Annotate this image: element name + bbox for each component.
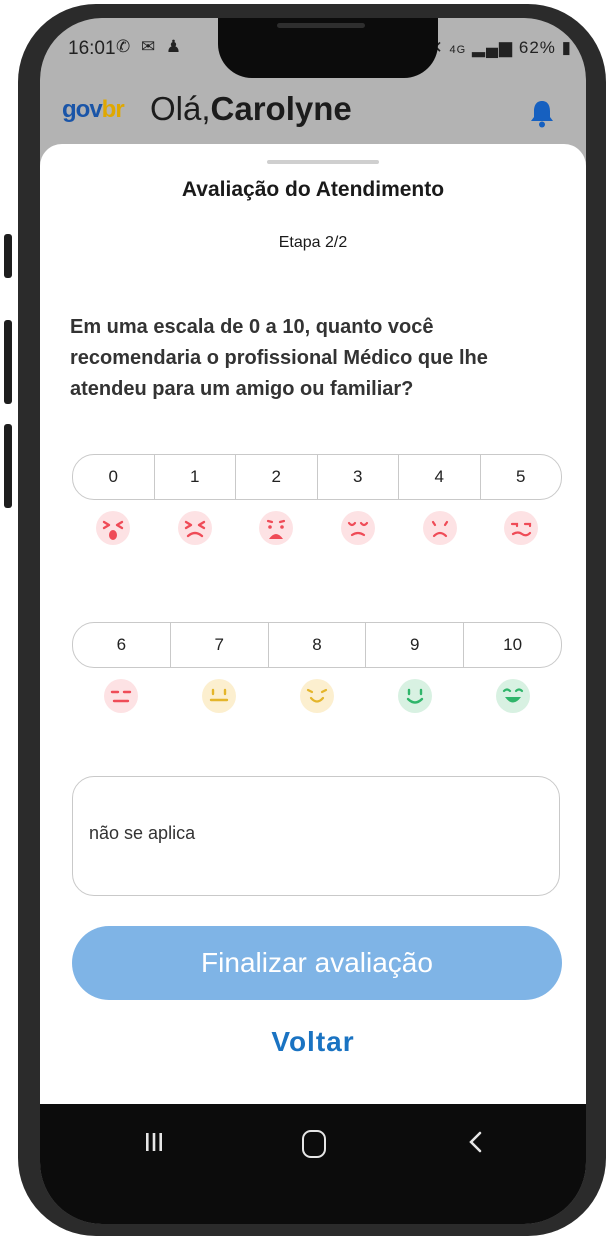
rating-option[interactable]: 5 bbox=[479, 455, 562, 499]
android-nav-bar bbox=[40, 1104, 586, 1224]
logo-main: gov bbox=[62, 96, 103, 123]
screen: 16:01 ✆ ✉ ♟ ⏰ ✕ 4G ▂▄▆ 62% ▮ govbr Ol bbox=[40, 18, 586, 1224]
rating-option[interactable]: 1 bbox=[153, 455, 236, 499]
rating-option[interactable]: 6 bbox=[73, 623, 170, 667]
furious-face-icon[interactable] bbox=[95, 510, 131, 546]
home-icon[interactable] bbox=[302, 1130, 326, 1158]
app-bar: govbr Olá,Carolyne bbox=[40, 80, 586, 136]
rating-scale-row-1: 0 1 2 3 4 5 bbox=[72, 454, 562, 500]
neutral-face-icon[interactable] bbox=[201, 678, 237, 714]
bell-icon[interactable] bbox=[528, 98, 556, 128]
speaker-slot bbox=[277, 23, 365, 28]
slight-smile-face-icon[interactable] bbox=[299, 678, 335, 714]
sheet-title: Avaliação do Atendimento bbox=[181, 178, 445, 201]
notification-icons: ✆ ✉ ♟ bbox=[116, 37, 185, 56]
phone-side-button bbox=[4, 424, 12, 508]
smile-face-icon[interactable] bbox=[397, 678, 433, 714]
sad-face-icon[interactable] bbox=[340, 510, 376, 546]
battery-icon: ▮ bbox=[561, 38, 572, 57]
sheet-handle[interactable] bbox=[267, 160, 379, 164]
rating-option[interactable]: 8 bbox=[267, 623, 366, 667]
rating-option[interactable]: 9 bbox=[365, 623, 463, 667]
question-text: Em uma escala de 0 a 10, quanto você rec… bbox=[70, 316, 488, 400]
happy-face-icon[interactable] bbox=[495, 678, 531, 714]
crying-face-icon[interactable] bbox=[258, 510, 294, 546]
rating-option[interactable]: 10 bbox=[463, 623, 561, 667]
finish-evaluation-button[interactable]: Finalizar avaliação bbox=[72, 926, 562, 1000]
rating-option[interactable]: 3 bbox=[316, 455, 399, 499]
battery-level: 62% bbox=[518, 38, 556, 57]
greeting-prefix: Olá, bbox=[150, 90, 211, 127]
rating-option[interactable]: 2 bbox=[235, 455, 317, 499]
back-chevron-icon[interactable] bbox=[466, 1130, 486, 1154]
phone-frame: 16:01 ✆ ✉ ♟ ⏰ ✕ 4G ▂▄▆ 62% ▮ govbr Ol bbox=[4, 4, 606, 1236]
evaluation-sheet: Avaliação do Atendimento Etapa 2/2 Em um… bbox=[40, 144, 586, 1104]
govbr-logo: govbr bbox=[62, 96, 125, 124]
logo-suffix: br bbox=[101, 96, 125, 123]
angry-face-icon[interactable] bbox=[177, 510, 213, 546]
face-row-1 bbox=[72, 506, 562, 550]
network-type: 4G bbox=[449, 44, 467, 56]
rating-option[interactable]: 0 bbox=[73, 455, 154, 499]
comment-field[interactable]: não se aplica bbox=[72, 776, 560, 896]
signal-icon: ▂▄▆ bbox=[471, 38, 514, 57]
step-indicator: Etapa 2/2 bbox=[278, 234, 348, 251]
status-time: 16:01 bbox=[68, 38, 116, 59]
phone-side-button bbox=[4, 234, 12, 278]
rating-option[interactable]: 7 bbox=[169, 623, 268, 667]
displeased-face-icon[interactable] bbox=[503, 510, 539, 546]
phone-side-button bbox=[4, 320, 12, 404]
rating-option[interactable]: 4 bbox=[398, 455, 480, 499]
recents-icon[interactable] bbox=[144, 1130, 164, 1154]
greeting: Olá,Carolyne bbox=[150, 90, 352, 128]
unamused-face-icon[interactable] bbox=[103, 678, 139, 714]
face-row-2 bbox=[72, 674, 562, 718]
back-button[interactable]: Voltar bbox=[40, 1026, 586, 1058]
user-name: Carolyne bbox=[210, 90, 352, 127]
phone-bezel: 16:01 ✆ ✉ ♟ ⏰ ✕ 4G ▂▄▆ 62% ▮ govbr Ol bbox=[40, 18, 586, 1224]
rating-scale-row-2: 6 7 8 9 10 bbox=[72, 622, 562, 668]
frowning-face-icon[interactable] bbox=[422, 510, 458, 546]
